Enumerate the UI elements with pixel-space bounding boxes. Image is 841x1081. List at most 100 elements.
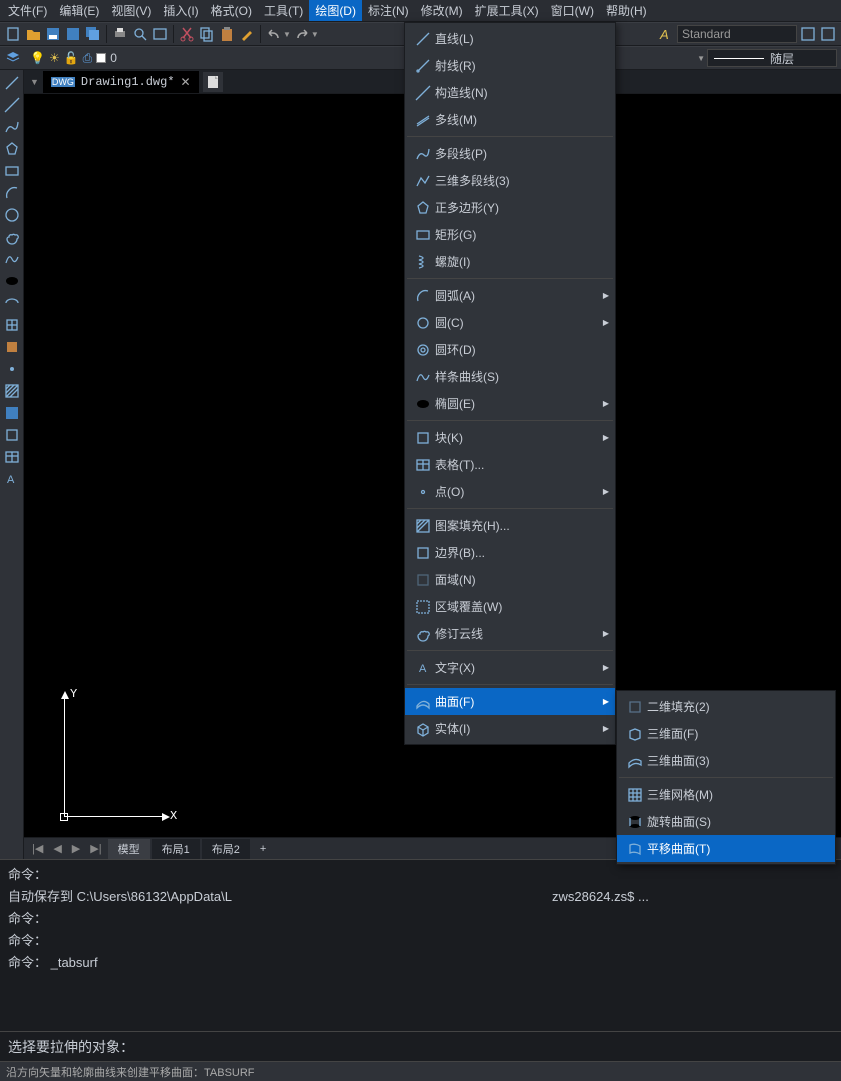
surface-menu-item-tabsurf[interactable]: 平移曲面(T): [617, 835, 835, 862]
draw-menu-item-helix[interactable]: 螺旋(I): [405, 248, 615, 275]
insert-tool-icon[interactable]: [3, 316, 21, 334]
layer-manager-icon[interactable]: [4, 49, 22, 67]
matchprop-icon[interactable]: [238, 25, 256, 43]
layout-tab-1[interactable]: 布局1: [152, 839, 200, 859]
menu-format[interactable]: 格式(O): [205, 0, 258, 21]
draw-menu-item-solid[interactable]: 实体(I)▶: [405, 715, 615, 742]
draw-menu-item-revcloud[interactable]: 修订云线▶: [405, 620, 615, 647]
draw-menu-item-text[interactable]: A文字(X)▶: [405, 654, 615, 681]
polygon-tool-icon[interactable]: [3, 140, 21, 158]
menu-tools[interactable]: 工具(T): [258, 0, 309, 21]
layout-first-icon[interactable]: |◀: [28, 842, 47, 855]
region-tool-icon[interactable]: [3, 426, 21, 444]
saveall-icon[interactable]: [84, 25, 102, 43]
document-tab[interactable]: DWG Drawing1.dwg* ✕: [43, 71, 199, 93]
menu-edit[interactable]: 编辑(E): [53, 0, 105, 21]
draw-menu-item-ray[interactable]: 射线(R): [405, 52, 615, 79]
draw-menu-item-ellipse[interactable]: 椭圆(E)▶: [405, 390, 615, 417]
layout-prev-icon[interactable]: ◀: [49, 842, 65, 855]
draw-menu-item-3dpoly[interactable]: 三维多段线(3): [405, 167, 615, 194]
draw-menu-item-polygon[interactable]: 正多边形(Y): [405, 194, 615, 221]
draw-menu-item-surface[interactable]: 曲面(F)▶: [405, 688, 615, 715]
ellipse-tool-icon[interactable]: [3, 272, 21, 290]
new-tab-button[interactable]: [203, 72, 223, 92]
circle-tool-icon[interactable]: [3, 206, 21, 224]
linetype-dropdown-icon[interactable]: ▼: [697, 54, 705, 63]
draw-menu-item-donut[interactable]: 圆环(D): [405, 336, 615, 363]
publish-icon[interactable]: [151, 25, 169, 43]
draw-menu-item-line[interactable]: 直线(L): [405, 25, 615, 52]
command-prompt[interactable]: 选择要拉伸的对象：: [0, 1031, 841, 1061]
tab-dropdown-icon[interactable]: ▼: [30, 77, 39, 87]
layout-last-icon[interactable]: ▶|: [86, 842, 105, 855]
undo-dropdown-icon[interactable]: ▼: [283, 30, 291, 39]
style-btn2-icon[interactable]: [819, 25, 837, 43]
hatch-tool-icon[interactable]: [3, 382, 21, 400]
rect-tool-icon[interactable]: [3, 162, 21, 180]
close-tab-icon[interactable]: ✕: [181, 75, 191, 89]
new-icon[interactable]: [4, 25, 22, 43]
menu-file[interactable]: 文件(F): [2, 0, 53, 21]
prompt-text: 选择要拉伸的对象：: [8, 1037, 134, 1057]
linetype-combo[interactable]: 随层: [707, 49, 837, 67]
layout-add-icon[interactable]: +: [252, 841, 274, 857]
menu-window[interactable]: 窗口(W): [545, 0, 600, 21]
surface-menu-item-3dsurf[interactable]: 三维曲面(3): [617, 747, 835, 774]
draw-menu-item-wipeout[interactable]: 区域覆盖(W): [405, 593, 615, 620]
save-icon[interactable]: [44, 25, 62, 43]
menu-draw[interactable]: 绘图(D): [309, 0, 362, 21]
arc-tool-icon[interactable]: [3, 184, 21, 202]
cut-icon[interactable]: [178, 25, 196, 43]
draw-menu-item-block[interactable]: 块(K)▶: [405, 424, 615, 451]
open-icon[interactable]: [24, 25, 42, 43]
redo-dropdown-icon[interactable]: ▼: [311, 30, 319, 39]
draw-menu-item-xline[interactable]: 构造线(N): [405, 79, 615, 106]
menu-express[interactable]: 扩展工具(X): [469, 0, 545, 21]
text-style-combo[interactable]: [677, 25, 797, 43]
line-tool-icon[interactable]: [3, 74, 21, 92]
undo-icon[interactable]: [265, 25, 283, 43]
draw-menu-item-mline[interactable]: 多线(M): [405, 106, 615, 133]
saveas-icon[interactable]: [64, 25, 82, 43]
print-icon[interactable]: [111, 25, 129, 43]
spline-tool-icon[interactable]: [3, 250, 21, 268]
surface-menu-item-3dface[interactable]: 三维面(F): [617, 720, 835, 747]
style-btn-icon[interactable]: [799, 25, 817, 43]
menu-dimension[interactable]: 标注(N): [362, 0, 415, 21]
layer-combo[interactable]: 💡 ☀ 🔓 ⎙ 0: [30, 51, 117, 66]
revcloud-tool-icon[interactable]: [3, 228, 21, 246]
surface-menu-item-2dsolid[interactable]: 二维填充(2): [617, 693, 835, 720]
mtext-tool-icon[interactable]: A: [3, 470, 21, 488]
redo-icon[interactable]: [293, 25, 311, 43]
draw-menu-item-circle[interactable]: 圆(C)▶: [405, 309, 615, 336]
surface-menu-item-revsurf[interactable]: 旋转曲面(S): [617, 808, 835, 835]
draw-menu-item-spline[interactable]: 样条曲线(S): [405, 363, 615, 390]
menu-help[interactable]: 帮助(H): [600, 0, 653, 21]
draw-menu-item-pline[interactable]: 多段线(P): [405, 140, 615, 167]
draw-menu-item-arc[interactable]: 圆弧(A)▶: [405, 282, 615, 309]
draw-menu-item-boundary[interactable]: 边界(B)...: [405, 539, 615, 566]
surface-menu-item-3dmesh[interactable]: 三维网格(M): [617, 781, 835, 808]
xline-tool-icon[interactable]: [3, 96, 21, 114]
preview-icon[interactable]: [131, 25, 149, 43]
draw-menu-item-hatch[interactable]: 图案填充(H)...: [405, 512, 615, 539]
menu-view[interactable]: 视图(V): [105, 0, 157, 21]
gradient-tool-icon[interactable]: [3, 404, 21, 422]
table-tool-icon[interactable]: [3, 448, 21, 466]
layout-tab-2[interactable]: 布局2: [202, 839, 250, 859]
draw-menu-item-point[interactable]: 点(O)▶: [405, 478, 615, 505]
menu-insert[interactable]: 插入(I): [157, 0, 204, 21]
ellipsearc-tool-icon[interactable]: [3, 294, 21, 312]
paste-icon[interactable]: [218, 25, 236, 43]
block-tool-icon[interactable]: [3, 338, 21, 356]
layout-next-icon[interactable]: ▶: [68, 842, 84, 855]
pline-tool-icon[interactable]: [3, 118, 21, 136]
draw-menu-item-table[interactable]: 表格(T)...: [405, 451, 615, 478]
copy-icon[interactable]: [198, 25, 216, 43]
point-tool-icon[interactable]: [3, 360, 21, 378]
menu-modify[interactable]: 修改(M): [415, 0, 469, 21]
draw-menu-item-region[interactable]: 面域(N): [405, 566, 615, 593]
draw-menu-item-rect[interactable]: 矩形(G): [405, 221, 615, 248]
text-style-icon[interactable]: A: [657, 25, 675, 43]
layout-tab-model[interactable]: 模型: [108, 839, 150, 859]
